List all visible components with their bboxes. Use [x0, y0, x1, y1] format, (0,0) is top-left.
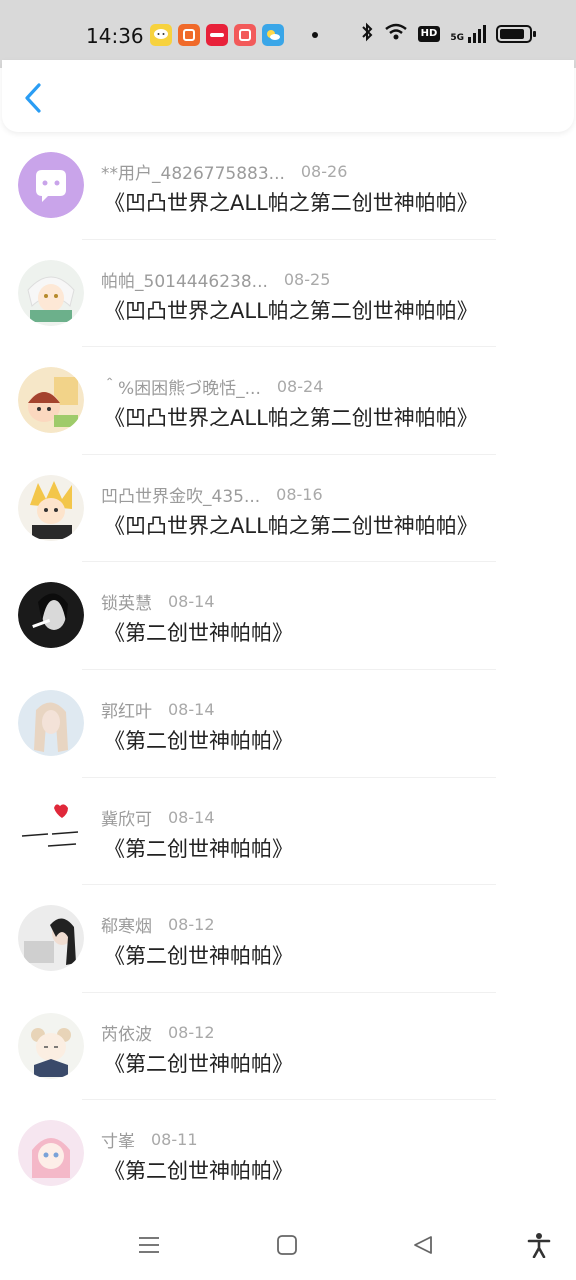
item-title: 《凹凸世界之ALL帕之第二创世神帕帕》	[104, 298, 478, 323]
avatar	[18, 152, 84, 218]
system-nav-bar	[0, 1210, 576, 1280]
item-date: 08-26	[300, 162, 348, 181]
avatar	[18, 797, 84, 864]
list-item[interactable]: 锁英慧 08-14 《第二创世神帕帕》	[0, 562, 576, 670]
notification-icons	[150, 24, 318, 46]
item-date: 08-11	[151, 1130, 198, 1150]
back-button[interactable]	[16, 78, 50, 118]
list-item[interactable]: **用户_4826775883... 08-26 《凹凸世界之ALL帕之第二创世…	[0, 132, 576, 240]
chat-app-icon	[150, 24, 172, 46]
chevron-left-icon	[25, 83, 41, 113]
shop-app-icon-2	[234, 24, 256, 46]
accessibility-icon	[527, 1233, 551, 1258]
user-name: 郭红叶	[101, 701, 152, 722]
network-type: 5G	[450, 33, 464, 43]
avatar	[18, 689, 84, 756]
user-name: 郗寒烟	[101, 917, 152, 938]
message-list: **用户_4826775883... 08-26 《凹凸世界之ALL帕之第二创世…	[0, 132, 576, 1208]
user-name: 寸峯	[101, 1132, 135, 1153]
weather-app-icon	[262, 24, 284, 46]
back-nav-button[interactable]	[408, 1230, 438, 1260]
list-item[interactable]: 冀欣可 08-14 《第二创世神帕帕》	[0, 778, 576, 886]
avatar	[18, 367, 84, 434]
list-item[interactable]: 郭红叶 08-14 《第二创世神帕帕》	[0, 670, 576, 778]
shop-app-icon	[178, 24, 200, 46]
user-name: 芮依波	[101, 1024, 152, 1045]
item-title: 《凹凸世界之ALL帕之第二创世神帕帕》	[104, 191, 478, 215]
item-title: 《第二创世神帕帕》	[104, 621, 293, 646]
list-item[interactable]: 芮依波 08-12 《第二创世神帕帕》	[0, 993, 576, 1101]
item-meta: 郭红叶 08-14	[101, 697, 215, 722]
system-icons: HD 5G	[360, 22, 536, 46]
item-date: 08-24	[276, 377, 324, 397]
user-name: 凹凸世界金吹_435...	[101, 486, 261, 507]
item-title: 《第二创世神帕帕》	[104, 1159, 293, 1184]
item-date: 08-14	[168, 699, 215, 719]
list-item[interactable]: 凹凸世界金吹_435... 08-16 《凹凸世界之ALL帕之第二创世神帕帕》	[0, 455, 576, 563]
bluetooth-icon	[360, 22, 374, 46]
status-bar: 14:36 HD 5G	[0, 0, 576, 68]
list-item[interactable]: 帕帕_5014446238... 08-25 《凹凸世界之ALL帕之第二创世神帕…	[0, 240, 576, 348]
item-meta: 冀欣可 08-14	[101, 805, 215, 830]
accessibility-button[interactable]	[524, 1230, 554, 1260]
item-meta: 郗寒烟 08-12	[101, 912, 215, 937]
avatar	[18, 1012, 84, 1079]
item-date: 08-16	[276, 484, 323, 504]
user-name: 锁英慧	[101, 594, 152, 615]
menu-button[interactable]	[134, 1230, 164, 1260]
avatar	[18, 582, 84, 649]
menu-icon	[139, 1237, 159, 1253]
avatar	[18, 474, 84, 541]
item-meta: 芮依波 08-12	[101, 1020, 215, 1045]
list-item[interactable]: ＾%困困熊づ晚恬_... 08-24 《凹凸世界之ALL帕之第二创世神帕帕》	[0, 347, 576, 455]
back-icon	[414, 1236, 432, 1254]
item-meta: 帕帕_5014446238... 08-25	[101, 267, 330, 292]
item-date: 08-12	[168, 1022, 215, 1042]
more-notifications-icon	[312, 32, 318, 38]
item-title: 《凹凸世界之ALL帕之第二创世神帕帕》	[104, 406, 478, 431]
avatar	[18, 259, 84, 326]
cellular-signal-icon: 5G	[450, 25, 486, 43]
home-button[interactable]	[272, 1230, 302, 1260]
item-title: 《第二创世神帕帕》	[104, 1051, 293, 1076]
item-meta: ＾%困困熊づ晚恬_... 08-24	[101, 374, 323, 399]
list-item[interactable]: 寸峯 08-11 《第二创世神帕帕》	[0, 1100, 576, 1208]
user-name: 冀欣可	[101, 809, 152, 830]
avatar	[18, 905, 84, 972]
item-title: 《第二创世神帕帕》	[104, 944, 293, 969]
user-name: 帕帕_5014446238...	[101, 271, 268, 292]
item-date: 08-12	[168, 915, 215, 935]
item-date: 08-14	[168, 592, 215, 612]
item-title: 《第二创世神帕帕》	[104, 728, 293, 753]
item-title: 《凹凸世界之ALL帕之第二创世神帕帕》	[104, 513, 478, 538]
top-bar	[2, 60, 574, 132]
item-title: 《第二创世神帕帕》	[104, 836, 293, 861]
item-meta: 寸峯 08-11	[101, 1127, 198, 1152]
item-date: 08-14	[168, 807, 215, 827]
item-meta: **用户_4826775883... 08-26	[101, 159, 347, 184]
user-name: ＾%困困熊づ晚恬_...	[101, 379, 261, 400]
user-name: **用户_4826775883...	[101, 164, 285, 184]
red-app-icon	[206, 24, 228, 46]
avatar	[18, 1120, 84, 1187]
item-meta: 凹凸世界金吹_435... 08-16	[101, 482, 323, 507]
battery-icon	[496, 25, 536, 43]
home-icon	[277, 1235, 297, 1255]
wifi-icon	[384, 23, 408, 45]
hd-badge: HD	[417, 26, 441, 42]
item-date: 08-25	[283, 269, 331, 289]
item-meta: 锁英慧 08-14	[101, 589, 215, 614]
list-item[interactable]: 郗寒烟 08-12 《第二创世神帕帕》	[0, 885, 576, 993]
status-time: 14:36	[86, 24, 144, 48]
